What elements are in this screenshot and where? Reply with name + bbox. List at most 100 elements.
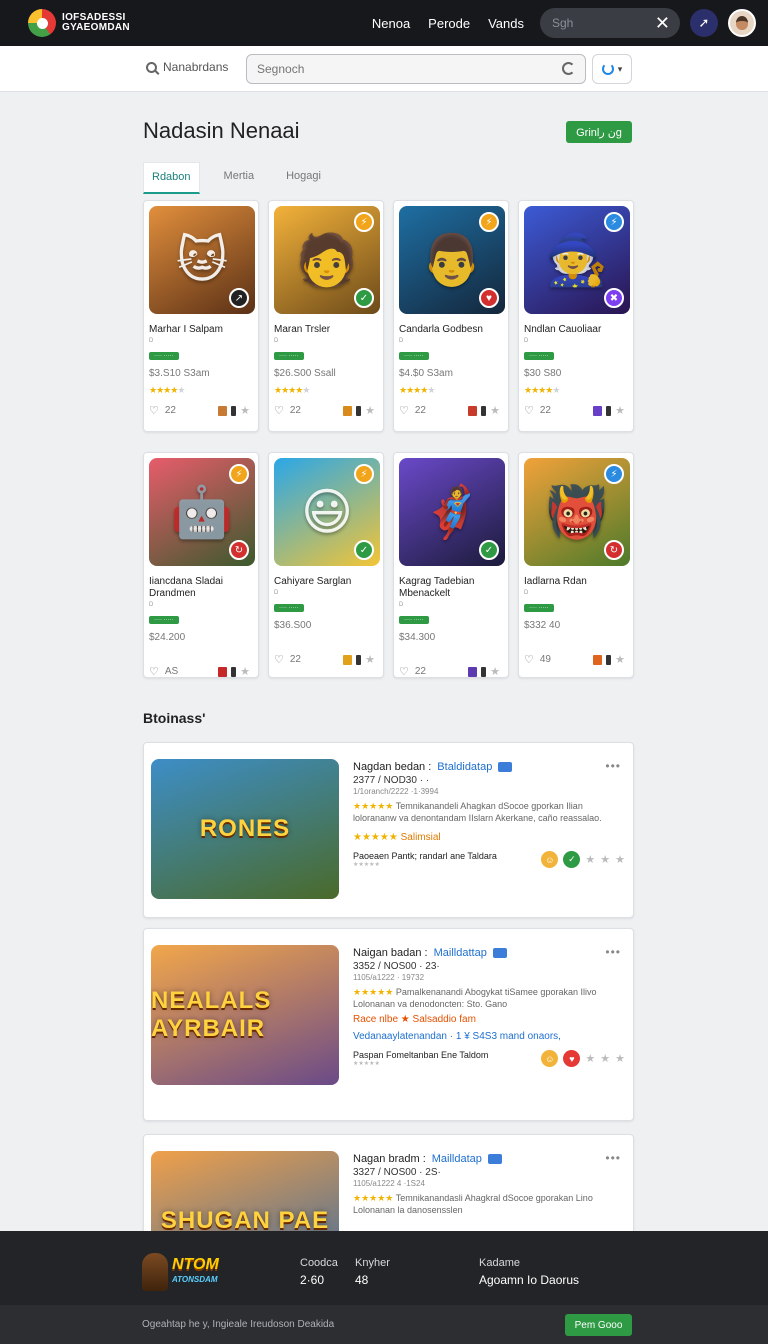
clear-search-icon[interactable]: ✕ (655, 13, 670, 34)
favorite-star-icon[interactable]: ★ (615, 853, 625, 866)
listing-tag (498, 762, 513, 772)
rating-stars: ★★★★★ (149, 385, 253, 396)
listing-title-link[interactable]: Mailldattap (434, 947, 487, 959)
game-badge-icon: ✓ (479, 540, 499, 560)
like-icon[interactable]: ♡ (399, 665, 409, 678)
game-art[interactable]: 👨 ♥ ⚡ (399, 206, 505, 314)
listing-card[interactable]: RONES ••• Nagdan bedan : Btaldidatap 2377 /… (143, 742, 634, 918)
nav-item-3[interactable]: Vands (488, 16, 524, 31)
listing-footer-text: Paspan Fomeltanban Ene Taldom (353, 1050, 489, 1060)
main-search-input[interactable] (246, 54, 586, 84)
game-badge: ···· ····· (399, 616, 429, 624)
listing-body: Naigan badan : Mailldattap 3352 / NOS00 ·… (353, 947, 625, 1067)
game-card[interactable]: 🧙 ✖ ⚡ Nndlan Cauoliaar D ···· ····· $30 S80 ★★… (518, 200, 634, 432)
game-art[interactable]: 🦸 ✓ (399, 458, 505, 566)
listing-title-link[interactable]: Btaldidatap (437, 761, 492, 773)
game-card[interactable]: 🐱 ↗ Marhar I Salpam D ···· ····· $3.S10 S3am… (143, 200, 259, 432)
section-title: Btoinass' (143, 710, 206, 726)
notifications-button[interactable]: ➚ (690, 9, 718, 37)
search-label[interactable]: Nanabrdans (146, 60, 228, 74)
card-footer: ♡ 22 ★ (274, 653, 378, 666)
tab-3[interactable]: Hogagi (278, 162, 329, 194)
platform-icon (481, 405, 487, 416)
game-card[interactable]: 🤖 ↻ ⚡ Iiancdana Sladai Drandmen D ···· ·····… (143, 452, 259, 678)
top-search-input[interactable]: Sgh ✕ (540, 8, 680, 38)
favorite-star-icon[interactable]: ★ (240, 404, 250, 417)
search-bar: Nanabrdans ▾ (0, 46, 768, 92)
platform-icon (606, 654, 612, 665)
favorite-star-icon[interactable]: ★ (585, 1052, 595, 1065)
platform-icon (593, 405, 603, 416)
rating-stars: ★★★★★ (353, 1193, 396, 1203)
favorite-star-icon[interactable]: ★ (490, 665, 500, 678)
listing-thumbnail[interactable]: RONES (151, 759, 339, 899)
like-icon[interactable]: ♡ (524, 404, 534, 417)
listing-title-link[interactable]: Mailldatap (432, 1153, 482, 1165)
game-art[interactable]: 🧙 ✖ ⚡ (524, 206, 630, 314)
avatar[interactable] (728, 9, 756, 37)
listing-thumbnail[interactable]: NEALALS AYRBAIR (151, 945, 339, 1085)
game-title: Iadlarna Rdan (524, 576, 587, 587)
like-icon[interactable]: ♡ (149, 404, 159, 417)
favorite-star-icon[interactable]: ★ (615, 404, 625, 417)
refresh-icon[interactable] (562, 62, 575, 75)
favorite-star-icon[interactable]: ★ (365, 653, 375, 666)
tab-2[interactable]: Mertia (216, 162, 263, 194)
nav-item-1[interactable]: Nenoa (372, 16, 410, 31)
listing-subinfo: 1105/a1222 · 19732 (353, 973, 425, 982)
game-card[interactable]: 🦸 ✓ Kagrag Tadebian Mbenackelt D ···· ·····… (393, 452, 509, 678)
like-icon[interactable]: ♡ (524, 653, 534, 666)
favorite-star-icon[interactable]: ★ (615, 653, 625, 666)
favorite-star-icon[interactable]: ★ (365, 404, 375, 417)
game-art[interactable]: 🐱 ↗ (149, 206, 255, 314)
verified-icon[interactable]: ✓ (563, 851, 581, 868)
game-card[interactable]: 👨 ♥ ⚡ Candarla Godbesn D ···· ····· $4.$0 S3a… (393, 200, 509, 432)
platform-icon (356, 654, 362, 665)
game-featured-icon: ⚡ (354, 212, 374, 232)
game-card[interactable]: 👹 ↻ ⚡ Iadlarna Rdan D ···· ····· $332 40 ♡ 49 ★ (518, 452, 634, 678)
footer-logo[interactable]: NTOM ATONSDAM (142, 1251, 242, 1293)
avatar-icon[interactable]: ☺ (541, 851, 559, 868)
like-icon[interactable]: ♡ (274, 404, 284, 417)
game-featured-icon: ⚡ (604, 212, 624, 232)
favorite-star-icon[interactable]: ★ (490, 404, 500, 417)
brand-logo[interactable]: IOFSADESSI GYAEOMDAN (28, 9, 130, 37)
card-actions: ★ (218, 665, 250, 678)
search-icon (146, 61, 157, 73)
listing-link[interactable]: Vedanaaylatenandan · 1 ¥ S4S3 mand onaor… (353, 1031, 625, 1042)
user-face-icon (736, 16, 748, 30)
game-price: $30 S80 (524, 368, 562, 379)
footer-button[interactable]: Pem Gooo (565, 1314, 632, 1336)
like-icon[interactable]: ♡ (399, 404, 409, 417)
game-subtitle: D (149, 602, 166, 608)
game-badge: ···· ····· (149, 352, 179, 360)
star-icon: ★ (177, 385, 185, 395)
favorite-star-icon[interactable]: ★ (600, 1052, 610, 1065)
game-badge-icon: ↻ (229, 540, 249, 560)
favorite-star-icon[interactable]: ★ (600, 853, 610, 866)
favorite-star-icon[interactable]: ★ (615, 1052, 625, 1065)
like-icon[interactable]: ♡ (274, 653, 284, 666)
primary-action-button[interactable]: Grinlن رg (566, 121, 632, 143)
game-art[interactable]: 🧑 ✓ ⚡ (274, 206, 380, 314)
game-title: Candarla Godbesn (399, 324, 483, 335)
listing-card[interactable]: NEALALS AYRBAIR ••• Naigan badan : Mailldat… (143, 928, 634, 1121)
favorite-star-icon[interactable]: ★ (585, 853, 595, 866)
listing-title: Naigan badan : Mailldattap (353, 947, 625, 959)
game-art[interactable]: 🤖 ↻ ⚡ (149, 458, 255, 566)
game-card[interactable]: 🧑 ✓ ⚡ Maran Trsler D ···· ····· $26.S00 Ssall… (268, 200, 384, 432)
listing-footer: Paspan Fomeltanban Ene Taldom ★★★★★ ☺ ♥ ★ ★ ★ (353, 1050, 625, 1067)
game-art[interactable]: 😃 ✓ ⚡ (274, 458, 380, 566)
heart-icon[interactable]: ♥ (563, 1050, 581, 1067)
nav-item-2[interactable]: Perode (428, 16, 470, 31)
like-icon[interactable]: ♡ (149, 665, 159, 678)
game-card[interactable]: 😃 ✓ ⚡ Cahiyare Sarglan D ···· ····· $36.S00 ♡ 2… (268, 452, 384, 678)
avatar-icon[interactable]: ☺ (541, 1050, 559, 1067)
game-badge-icon: ✖ (604, 288, 624, 308)
like-count: 49 (539, 654, 551, 665)
game-art[interactable]: 👹 ↻ ⚡ (524, 458, 630, 566)
filter-dropdown[interactable]: ▾ (592, 54, 632, 84)
favorite-star-icon[interactable]: ★ (240, 665, 250, 678)
tab-1[interactable]: Rdabon (143, 162, 200, 194)
